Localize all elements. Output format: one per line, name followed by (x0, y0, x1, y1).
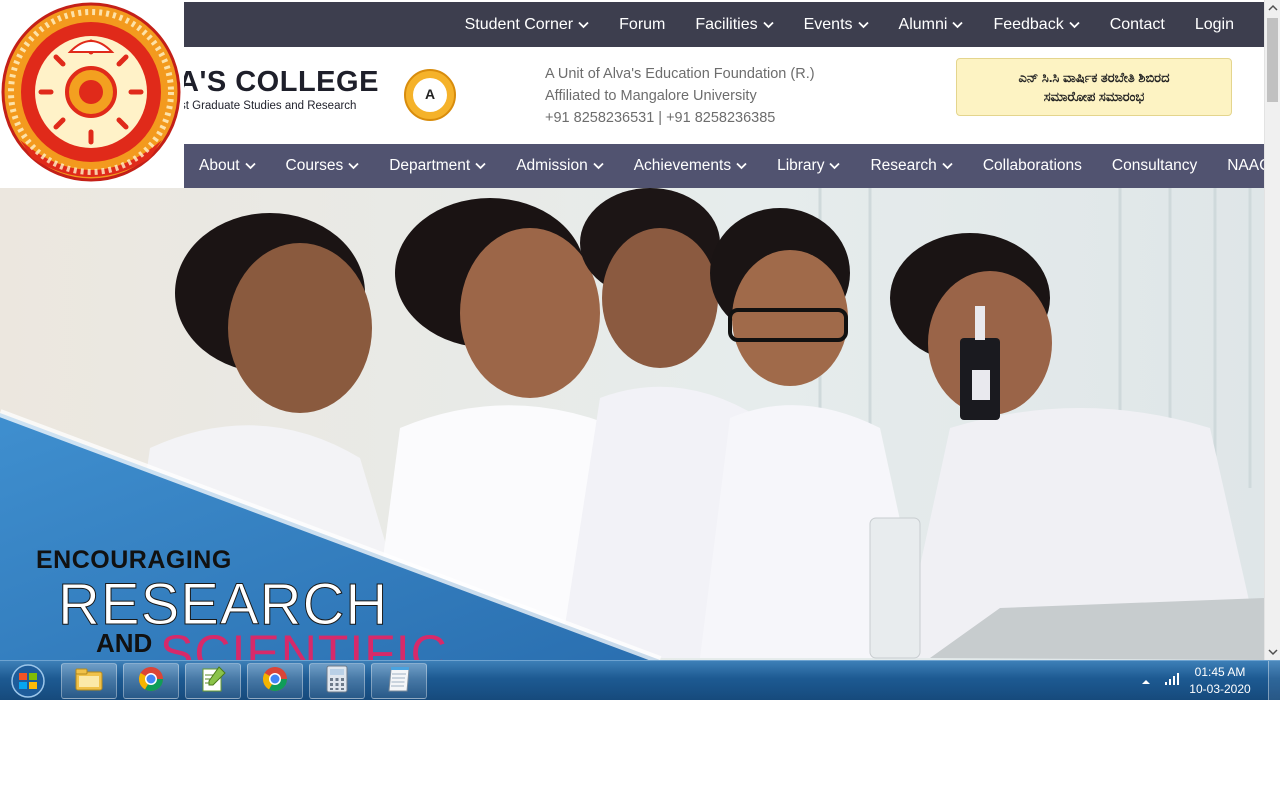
naac-badge-icon: A (404, 69, 456, 121)
show-hidden-icons-icon[interactable] (1141, 674, 1151, 684)
taskbar-button-notepadpp[interactable] (185, 663, 241, 699)
main-nav-item-label: Consultancy (1111, 157, 1198, 174)
announcement-banner[interactable]: ಎನ್ ಸಿ.ಸಿ ವಾರ್ಷಿಕ ತರಬೇತಿ ಶಿಬಿರದ ಸಮಾರೋಪ ಸ… (956, 58, 1232, 116)
college-subtitle: st Graduate Studies and Research (180, 100, 357, 112)
taskbar-button-calculator[interactable] (309, 663, 365, 699)
taskbar-button-chrome[interactable] (123, 663, 179, 699)
chevron-down-icon (857, 21, 869, 29)
hero-banner: ENCOURAGING RESEARCH AND SCIENTIFIC (0, 188, 1264, 660)
calculator-icon (325, 665, 349, 698)
top-navbar: Student Corner Forum Facilities Events Alumn… (0, 2, 1264, 47)
main-nav-item-collaborations[interactable]: Collaborations (983, 157, 1082, 175)
main-nav-item-label: Courses (285, 157, 344, 174)
main-nav-item-about[interactable]: About (199, 157, 256, 175)
taskbar-button-chrome[interactable] (247, 663, 303, 699)
top-nav-item-label: Login (1194, 15, 1234, 33)
notepad-icon (385, 665, 413, 698)
top-nav-item-label: Contact (1109, 15, 1165, 33)
main-nav-item-label: NAAC (1227, 157, 1264, 174)
naac-grade: A (424, 86, 436, 102)
top-nav-item-alumni[interactable]: Alumni (899, 16, 964, 34)
main-nav-item-library[interactable]: Library (777, 157, 841, 175)
top-nav-item-label: Alumni (898, 15, 948, 33)
start-button[interactable] (6, 663, 50, 699)
chevron-down-icon (829, 162, 841, 170)
main-navbar: About Courses Department Admission Achieveme… (184, 144, 1264, 188)
chrome-icon (261, 665, 289, 698)
chevron-down-icon (593, 162, 604, 170)
main-nav-item-courses[interactable]: Courses (286, 157, 360, 175)
top-nav-item-label: Student Corner (464, 15, 574, 33)
info-line-foundation: A Unit of Alva's Education Foundation (R… (545, 66, 815, 82)
announcement-line-2[interactable]: ಸಮಾರೋಪ ಸಮಾರಂಭ (957, 87, 1231, 106)
college-info: A Unit of Alva's Education Foundation (R… (545, 63, 815, 129)
main-nav-item-research[interactable]: Research (870, 157, 953, 175)
info-line-affiliation: Affiliated to Mangalore University (545, 88, 757, 104)
clock-date[interactable]: 10-03-2020 (1188, 682, 1252, 696)
scroll-up-arrow-icon[interactable] (1265, 0, 1280, 16)
chevron-down-icon (762, 21, 774, 29)
top-nav-item-student-corner[interactable]: Student Corner (465, 16, 590, 34)
main-nav-item-label: Admission (516, 157, 588, 174)
chevron-down-icon (244, 162, 256, 170)
main-nav-menu: About Courses Department Admission Achieveme… (199, 144, 1264, 188)
info-line-phone: +91 8258236531 | +91 8258236385 (545, 110, 776, 126)
windows-taskbar: 01:45 AM 10-03-2020 (0, 660, 1280, 701)
top-nav-item-label: Events (803, 15, 853, 33)
announcement-line-1[interactable]: ಎನ್ ಸಿ.ಸಿ ವಾರ್ಷಿಕ ತರಬೇತಿ ಶಿಬಿರದ (957, 68, 1231, 87)
chevron-down-icon (1069, 21, 1080, 29)
main-nav-item-naac[interactable]: NAAC (1227, 157, 1264, 175)
chevron-down-icon (736, 162, 747, 170)
chevron-down-icon (952, 21, 964, 29)
chevron-down-icon (348, 162, 359, 170)
top-nav-item-label: Feedback (993, 15, 1064, 33)
notepadpp-icon (199, 665, 227, 698)
chevron-down-icon (475, 162, 486, 170)
main-nav-item-department[interactable]: Department (389, 157, 486, 175)
main-nav-item-label: Research (870, 157, 937, 174)
site-header: A'S COLLEGE st Graduate Studies and Rese… (0, 47, 1264, 144)
college-name: A'S COLLEGE (178, 66, 379, 98)
main-nav-item-consultancy[interactable]: Consultancy (1112, 157, 1197, 175)
college-logo[interactable] (0, 0, 184, 188)
top-nav-item-facilities[interactable]: Facilities (695, 15, 774, 34)
chevron-down-icon (578, 21, 589, 29)
chrome-icon (137, 665, 165, 698)
show-desktop-button[interactable] (1268, 661, 1280, 701)
main-nav-item-label: Library (777, 157, 825, 174)
top-nav-menu: Student Corner Forum Facilities Events Alumn… (435, 2, 1234, 47)
browser-viewport: Student Corner Forum Facilities Events Alumn… (0, 0, 1264, 660)
main-nav-item-admission[interactable]: Admission (516, 157, 604, 175)
top-nav-item-forum[interactable]: Forum (619, 16, 665, 34)
scroll-down-arrow-icon[interactable] (1265, 644, 1280, 660)
clock-time[interactable]: 01:45 AM (1188, 665, 1252, 679)
page-scrollbar[interactable] (1264, 0, 1280, 660)
taskbar-button-notepad[interactable] (371, 663, 427, 699)
network-signal-icon[interactable] (1164, 672, 1180, 686)
scroll-thumb[interactable] (1267, 18, 1278, 102)
explorer-icon (74, 666, 104, 697)
top-nav-item-login[interactable]: Login (1195, 16, 1234, 34)
chevron-down-icon (942, 162, 953, 170)
top-nav-item-feedback[interactable]: Feedback (993, 15, 1080, 34)
top-nav-item-label: Facilities (695, 15, 758, 33)
hero-photo (0, 188, 1264, 660)
top-nav-item-contact[interactable]: Contact (1110, 16, 1165, 34)
main-nav-item-label: Department (389, 157, 471, 174)
main-nav-item-label: Achievements (633, 157, 732, 174)
main-nav-item-achievements[interactable]: Achievements (634, 157, 747, 175)
main-nav-item-label: Collaborations (982, 157, 1082, 174)
top-nav-item-events[interactable]: Events (804, 16, 869, 34)
top-nav-item-label: Forum (619, 15, 666, 33)
main-nav-item-label: About (199, 157, 240, 174)
taskbar-button-explorer[interactable] (61, 663, 117, 699)
